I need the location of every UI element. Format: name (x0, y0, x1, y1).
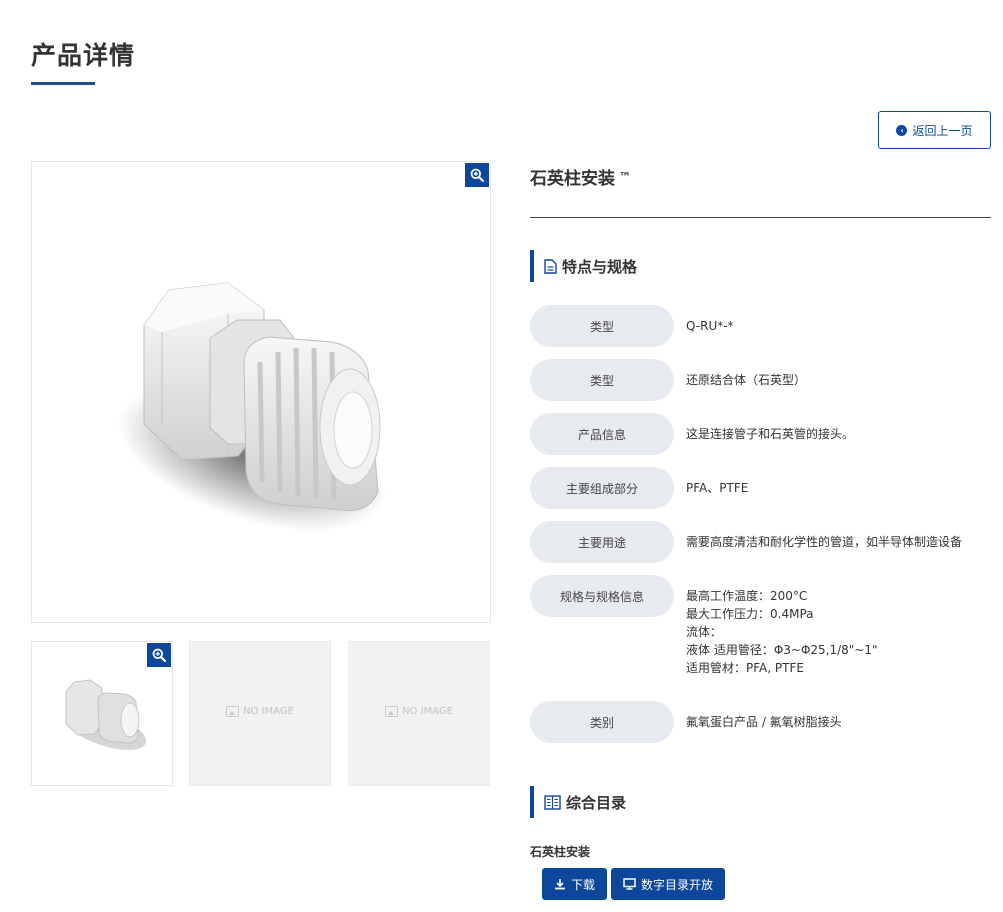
spec-label: 规格与规格信息 (530, 575, 674, 617)
no-image-placeholder: NO IMAGE (349, 706, 489, 717)
spec-value: 这是连接管子和石英管的接头。 (686, 427, 855, 441)
main-product-image[interactable] (31, 161, 491, 623)
back-button[interactable]: ‹ 返回上一页 (878, 111, 991, 149)
spec-label: 类型 (530, 305, 674, 347)
catalog-heading: 综合目录 (530, 786, 626, 818)
no-image-placeholder: NO IMAGE (190, 706, 330, 717)
arrow-left-circle-icon: ‹ (896, 124, 908, 136)
spec-label: 类别 (530, 701, 674, 743)
image-icon (385, 706, 399, 717)
spec-label: 类型 (530, 359, 674, 401)
download-icon (554, 879, 565, 890)
thumbnail-1[interactable] (31, 641, 173, 786)
spec-value: Q-RU*-* (686, 319, 734, 333)
catalog-item-name: 石英柱安装 (530, 845, 591, 859)
spec-label: 主要用途 (530, 521, 674, 563)
image-icon (226, 706, 240, 717)
digital-catalog-button[interactable]: 数字目录开放 (611, 868, 725, 900)
page-title: 产品详情 (31, 41, 136, 70)
spec-value: 氟氧蛋白产品 / 氟氧树脂接头 (686, 715, 842, 729)
spec-value: 需要高度清洁和耐化学性的管道，如半导体制造设备 (686, 535, 963, 549)
download-button[interactable]: 下载 (542, 868, 607, 900)
back-button-label: 返回上一页 (912, 123, 973, 138)
quartz-fitting-thumbnail (65, 679, 147, 751)
spec-label: 产品信息 (530, 413, 674, 455)
monitor-icon (623, 878, 636, 890)
thumbnail-3[interactable]: NO IMAGE (348, 641, 490, 786)
spec-value: PFA、PTFE (686, 481, 749, 495)
title-underline (31, 82, 95, 85)
features-heading: 特点与规格 (530, 250, 637, 282)
spec-label: 主要组成部分 (530, 467, 674, 509)
spec-value: 最高工作温度：200°C 最大工作压力：0.4MPa 流体： 液体 适用管径：Φ… (686, 589, 878, 675)
book-icon (544, 794, 561, 810)
quartz-fitting-render (117, 282, 387, 532)
product-name: 石英柱安装 ™ (530, 169, 631, 189)
divider (530, 217, 991, 218)
spec-value: 还原结合体（石英型） (686, 373, 807, 387)
thumbnail-2[interactable]: NO IMAGE (189, 641, 331, 786)
trademark-symbol: ™ (619, 170, 631, 184)
document-icon (544, 258, 557, 274)
